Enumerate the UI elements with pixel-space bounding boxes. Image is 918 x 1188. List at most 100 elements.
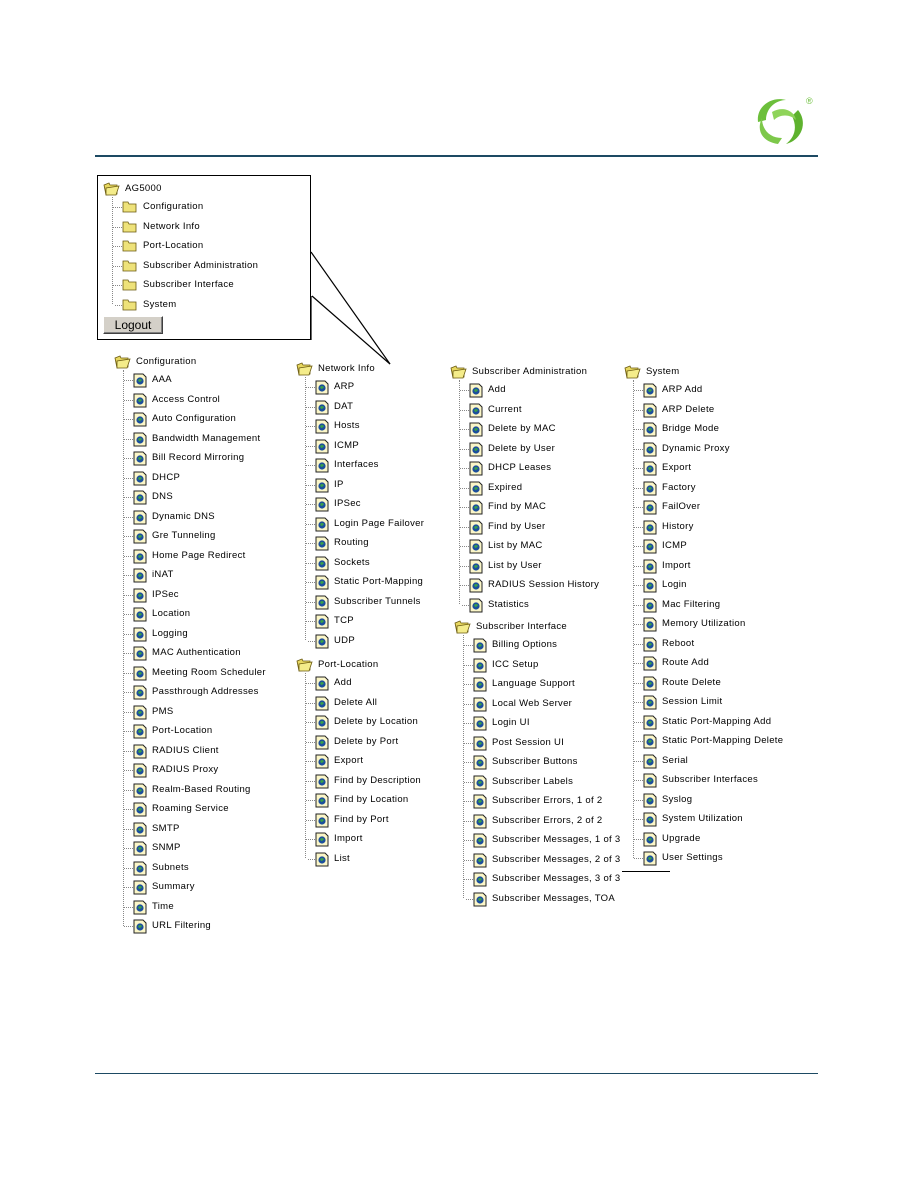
- tree-item[interactable]: IP: [306, 475, 424, 495]
- tree-item[interactable]: Import: [306, 829, 421, 849]
- tree-item[interactable]: Subscriber Interfaces: [634, 770, 783, 790]
- tree-item[interactable]: Memory Utilization: [634, 614, 783, 634]
- tree-item[interactable]: Subscriber Errors, 1 of 2: [464, 791, 621, 811]
- tree-item[interactable]: IPSec: [124, 585, 266, 605]
- tree-item[interactable]: Location: [124, 604, 266, 624]
- tree-item[interactable]: System Utilization: [634, 809, 783, 829]
- tree-folder-system[interactable]: System: [624, 364, 783, 380]
- tree-item[interactable]: ICMP: [306, 436, 424, 456]
- tree-item[interactable]: SNMP: [124, 838, 266, 858]
- tree-item[interactable]: RADIUS Session History: [460, 575, 599, 595]
- tree-item[interactable]: Add: [460, 380, 599, 400]
- tree-item[interactable]: Static Port-Mapping Delete: [634, 731, 783, 751]
- tree-item[interactable]: PMS: [124, 702, 266, 722]
- tree-item[interactable]: Subscriber Errors, 2 of 2: [464, 811, 621, 831]
- tree-item[interactable]: Gre Tunneling: [124, 526, 266, 546]
- tree-item[interactable]: Factory: [634, 478, 783, 498]
- tree-item[interactable]: Access Control: [124, 390, 266, 410]
- tree-item[interactable]: ICC Setup: [464, 655, 621, 675]
- tree-item[interactable]: Static Port-Mapping: [306, 572, 424, 592]
- tree-item[interactable]: SMTP: [124, 819, 266, 839]
- tree-folder-network-info[interactable]: Network Info: [296, 361, 424, 377]
- tree-item[interactable]: iNAT: [124, 565, 266, 585]
- tree-item[interactable]: URL Filtering: [124, 916, 266, 936]
- tree-item[interactable]: Syslog: [634, 790, 783, 810]
- tree-item[interactable]: TCP: [306, 611, 424, 631]
- tree-item[interactable]: Summary: [124, 877, 266, 897]
- menu-item-configuration[interactable]: Configuration: [113, 197, 258, 217]
- tree-item[interactable]: Upgrade: [634, 829, 783, 849]
- tree-item[interactable]: Find by MAC: [460, 497, 599, 517]
- tree-item[interactable]: Realm-Based Routing: [124, 780, 266, 800]
- tree-item[interactable]: Static Port-Mapping Add: [634, 712, 783, 732]
- tree-item[interactable]: Billing Options: [464, 635, 621, 655]
- tree-item[interactable]: Subscriber Labels: [464, 772, 621, 792]
- tree-folder-subscriber-interface[interactable]: Subscriber Interface: [454, 619, 621, 635]
- tree-item[interactable]: ARP Delete: [634, 400, 783, 420]
- tree-item[interactable]: Delete All: [306, 693, 421, 713]
- tree-item[interactable]: Find by Port: [306, 810, 421, 830]
- tree-item[interactable]: Time: [124, 897, 266, 917]
- tree-item[interactable]: List: [306, 849, 421, 869]
- tree-item[interactable]: ICMP: [634, 536, 783, 556]
- tree-item[interactable]: Subscriber Messages, 3 of 3: [464, 869, 621, 889]
- tree-item[interactable]: Subnets: [124, 858, 266, 878]
- tree-item[interactable]: Reboot: [634, 634, 783, 654]
- tree-item[interactable]: ARP: [306, 377, 424, 397]
- tree-item[interactable]: Hosts: [306, 416, 424, 436]
- tree-folder-configuration[interactable]: Configuration: [114, 354, 266, 370]
- menu-item-port-location[interactable]: Port-Location: [113, 236, 258, 256]
- tree-item[interactable]: Current: [460, 400, 599, 420]
- tree-item[interactable]: List by User: [460, 556, 599, 576]
- tree-item[interactable]: Dynamic Proxy: [634, 439, 783, 459]
- menu-item-subscriber-administration[interactable]: Subscriber Administration: [113, 256, 258, 276]
- tree-item[interactable]: Mac Filtering: [634, 595, 783, 615]
- tree-item[interactable]: AAA: [124, 370, 266, 390]
- tree-item[interactable]: Delete by Port: [306, 732, 421, 752]
- tree-item[interactable]: Route Delete: [634, 673, 783, 693]
- tree-item[interactable]: Subscriber Tunnels: [306, 592, 424, 612]
- tree-item[interactable]: Roaming Service: [124, 799, 266, 819]
- tree-item[interactable]: Delete by MAC: [460, 419, 599, 439]
- tree-item[interactable]: FailOver: [634, 497, 783, 517]
- tree-item[interactable]: History: [634, 517, 783, 537]
- tree-item[interactable]: Subscriber Buttons: [464, 752, 621, 772]
- tree-item[interactable]: RADIUS Client: [124, 741, 266, 761]
- tree-item[interactable]: RADIUS Proxy: [124, 760, 266, 780]
- tree-item[interactable]: Serial: [634, 751, 783, 771]
- tree-item[interactable]: ARP Add: [634, 380, 783, 400]
- tree-item[interactable]: List by MAC: [460, 536, 599, 556]
- tree-item[interactable]: Dynamic DNS: [124, 507, 266, 527]
- tree-item[interactable]: Session Limit: [634, 692, 783, 712]
- tree-item[interactable]: Delete by Location: [306, 712, 421, 732]
- tree-item[interactable]: Route Add: [634, 653, 783, 673]
- logout-button[interactable]: Logout: [103, 316, 163, 334]
- tree-item[interactable]: Statistics: [460, 595, 599, 615]
- tree-item[interactable]: Delete by User: [460, 439, 599, 459]
- tree-item[interactable]: Passthrough Addresses: [124, 682, 266, 702]
- tree-item[interactable]: DNS: [124, 487, 266, 507]
- tree-item[interactable]: User Settings: [634, 848, 783, 868]
- tree-item[interactable]: Bridge Mode: [634, 419, 783, 439]
- tree-item[interactable]: Port-Location: [124, 721, 266, 741]
- tree-folder-port-location[interactable]: Port-Location: [296, 657, 421, 673]
- tree-item[interactable]: MAC Authentication: [124, 643, 266, 663]
- tree-item[interactable]: Local Web Server: [464, 694, 621, 714]
- tree-item[interactable]: Login: [634, 575, 783, 595]
- tree-item[interactable]: Subscriber Messages, 1 of 3: [464, 830, 621, 850]
- tree-item[interactable]: UDP: [306, 631, 424, 651]
- menu-item-subscriber-interface[interactable]: Subscriber Interface: [113, 275, 258, 295]
- tree-item[interactable]: Login Page Failover: [306, 514, 424, 534]
- tree-item[interactable]: Find by User: [460, 517, 599, 537]
- tree-item[interactable]: Expired: [460, 478, 599, 498]
- menu-item-system[interactable]: System: [113, 295, 258, 315]
- tree-item[interactable]: Subscriber Messages, 2 of 3: [464, 850, 621, 870]
- tree-item[interactable]: Post Session UI: [464, 733, 621, 753]
- tree-item[interactable]: Sockets: [306, 553, 424, 573]
- tree-item[interactable]: Bill Record Mirroring: [124, 448, 266, 468]
- tree-item[interactable]: Logging: [124, 624, 266, 644]
- tree-item[interactable]: Language Support: [464, 674, 621, 694]
- tree-item[interactable]: Add: [306, 673, 421, 693]
- tree-item[interactable]: IPSec: [306, 494, 424, 514]
- tree-item[interactable]: Meeting Room Scheduler: [124, 663, 266, 683]
